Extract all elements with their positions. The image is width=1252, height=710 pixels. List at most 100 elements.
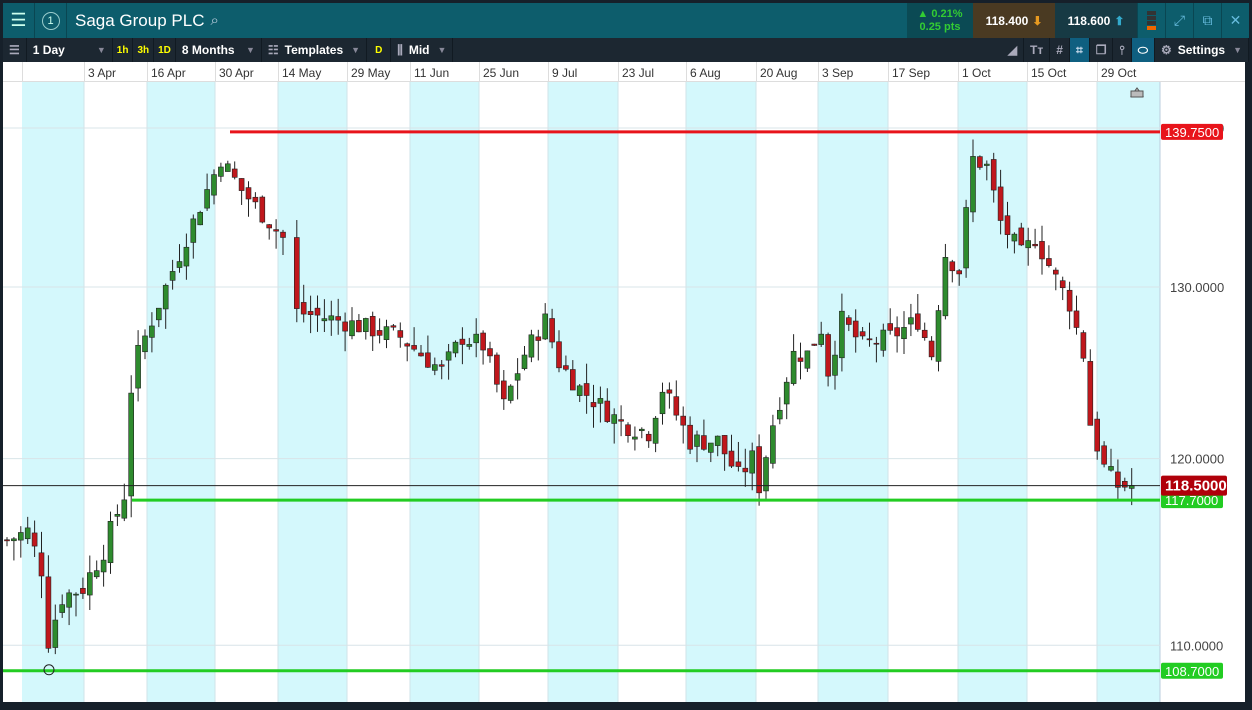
price-chart[interactable]: 140.0000130.0000120.0000110.0000139.7500… (3, 82, 1245, 702)
candle-body (604, 400, 611, 422)
list-icon[interactable]: ☰ (3, 38, 27, 62)
d-button[interactable]: D (367, 38, 392, 62)
date-label: 20 Aug (760, 66, 798, 80)
level-price-label: 108.7000 (1165, 664, 1219, 679)
candle-body (369, 316, 376, 337)
candle-body (845, 317, 852, 325)
candle-body (273, 229, 279, 232)
date-label: 29 May (351, 66, 391, 80)
label-tag-icon[interactable]: ⬭ (1131, 38, 1155, 62)
candle-body (811, 343, 818, 346)
candle-body (1046, 258, 1052, 266)
period-shade (686, 82, 756, 702)
price-type-select[interactable]: ⫼ Mid ▼ (391, 38, 454, 62)
settings-label: Settings (1177, 43, 1226, 57)
candle-body (528, 334, 535, 358)
candle-body (494, 354, 500, 385)
overlay-icon[interactable]: ❐ (1090, 38, 1114, 62)
candle-body (1004, 215, 1011, 235)
date-tick (84, 62, 85, 82)
candle-body (500, 380, 507, 400)
candle-body (114, 514, 121, 517)
candle (528, 329, 535, 363)
settings-button[interactable]: ⚙ Settings ▼ (1155, 38, 1249, 62)
candle-body (977, 156, 983, 168)
candle-body (342, 321, 348, 332)
candle-body (452, 341, 459, 354)
candle-body (804, 350, 811, 369)
candle-body (59, 604, 66, 613)
candle-body (535, 336, 542, 341)
candle (128, 375, 134, 518)
candle-body (928, 340, 935, 358)
candle-body (935, 310, 942, 362)
candle-body (880, 329, 887, 351)
expand-icon[interactable]: ⤢ (1165, 3, 1193, 38)
candle-body (31, 532, 38, 547)
candle-body (266, 224, 273, 229)
candle-body (694, 434, 700, 447)
quick-1h[interactable]: 1h (113, 38, 134, 62)
candle-body (852, 320, 859, 338)
date-tick (686, 62, 687, 82)
candle-body (776, 409, 783, 420)
candle-body (797, 357, 804, 362)
candle-body (321, 318, 328, 322)
date-axis: 3 Apr 16 Apr 30 Apr 14 May 29 May 11 Jun 25 Ju… (3, 62, 1245, 82)
candle-body (473, 333, 480, 344)
candle-body (383, 326, 390, 341)
candle-body (997, 186, 1004, 221)
date-label: 29 Oct (1101, 66, 1137, 80)
candle-body (735, 461, 742, 467)
candle-body (87, 572, 93, 596)
candle-body (873, 342, 880, 345)
candle-body (52, 619, 59, 648)
scroll-to-latest-icon-base (1130, 90, 1144, 98)
candle-body (618, 419, 624, 422)
date-tick (278, 62, 279, 82)
candle (197, 210, 203, 226)
candle (963, 199, 969, 278)
link-group-badge[interactable]: 1 (35, 3, 67, 38)
menu-icon[interactable]: ☰ (3, 3, 35, 38)
draw-line-icon[interactable]: ◢ (1002, 38, 1025, 62)
candle-body (894, 327, 900, 337)
search-icon[interactable]: ⌕ (210, 12, 218, 29)
candle-body (362, 318, 369, 332)
date-tick (1097, 62, 1098, 82)
candle-body (583, 383, 590, 396)
buy-button[interactable]: 118.600 ⬆ (1055, 3, 1137, 38)
title-bar: ☰ 1 Saga Group PLC ⌕ ▲ 0.21% 0.25 pts 118… (3, 3, 1249, 38)
date-tick (818, 62, 819, 82)
templates-button[interactable]: ☷ Templates ▼ (262, 38, 368, 62)
candle-body (783, 381, 790, 405)
candle (935, 305, 942, 372)
indicator-icon[interactable]: ⫯ (1113, 38, 1132, 62)
grid-icon[interactable]: # (1050, 38, 1070, 62)
candle (977, 155, 983, 170)
date-tick (756, 62, 757, 82)
interval-select[interactable]: 1 Day ▼ (27, 38, 113, 62)
price-type-value: Mid (408, 43, 430, 57)
candle-body (1025, 240, 1032, 249)
candle-body (66, 592, 72, 608)
candle-body (431, 364, 438, 371)
candle-body (190, 218, 197, 243)
text-size-icon[interactable]: Tт (1024, 38, 1051, 62)
quick-3h[interactable]: 3h (133, 38, 155, 62)
candle-body (728, 450, 735, 467)
date-tick (1027, 62, 1028, 82)
crosshair-tool-icon[interactable]: ⌗ (1069, 38, 1090, 62)
buy-price: 118.600 (1067, 13, 1111, 28)
candle (1080, 330, 1087, 362)
candles-icon: ⫼ (397, 42, 403, 57)
popout-icon[interactable]: ⧉ (1193, 3, 1221, 38)
date-tick (548, 62, 549, 82)
close-icon[interactable]: ✕ (1221, 3, 1249, 38)
layout-icon[interactable] (1137, 3, 1165, 38)
sell-button[interactable]: 118.400 ⬇ (973, 3, 1055, 38)
candle (259, 195, 266, 224)
range-select[interactable]: 8 Months ▼ (176, 38, 262, 62)
date-label: 15 Oct (1031, 66, 1067, 80)
quick-1d[interactable]: 1D (154, 38, 176, 62)
